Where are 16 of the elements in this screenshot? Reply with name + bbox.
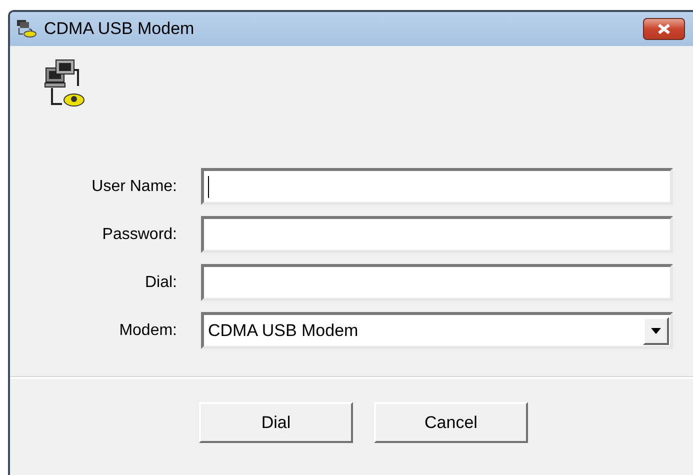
network-icon bbox=[16, 19, 38, 39]
input-field[interactable] bbox=[201, 216, 673, 253]
caret-icon bbox=[651, 328, 661, 334]
field-label: Modem: bbox=[118, 322, 177, 340]
dial-button[interactable]: Dial bbox=[199, 402, 353, 443]
close-icon bbox=[656, 23, 672, 35]
cancel-button[interactable]: Cancel bbox=[374, 402, 528, 443]
dropdown-button[interactable] bbox=[643, 316, 669, 344]
close-button[interactable] bbox=[643, 18, 685, 40]
input-field[interactable] bbox=[201, 264, 673, 301]
field-label: User Name: bbox=[90, 178, 177, 196]
field-label: Password: bbox=[101, 226, 177, 244]
window-title: CDMA USB Modem bbox=[44, 19, 196, 39]
field-label: Dial: bbox=[144, 274, 177, 292]
modem-dropdown[interactable]: CDMA USB Modem bbox=[201, 312, 673, 349]
input-field[interactable] bbox=[201, 168, 673, 205]
